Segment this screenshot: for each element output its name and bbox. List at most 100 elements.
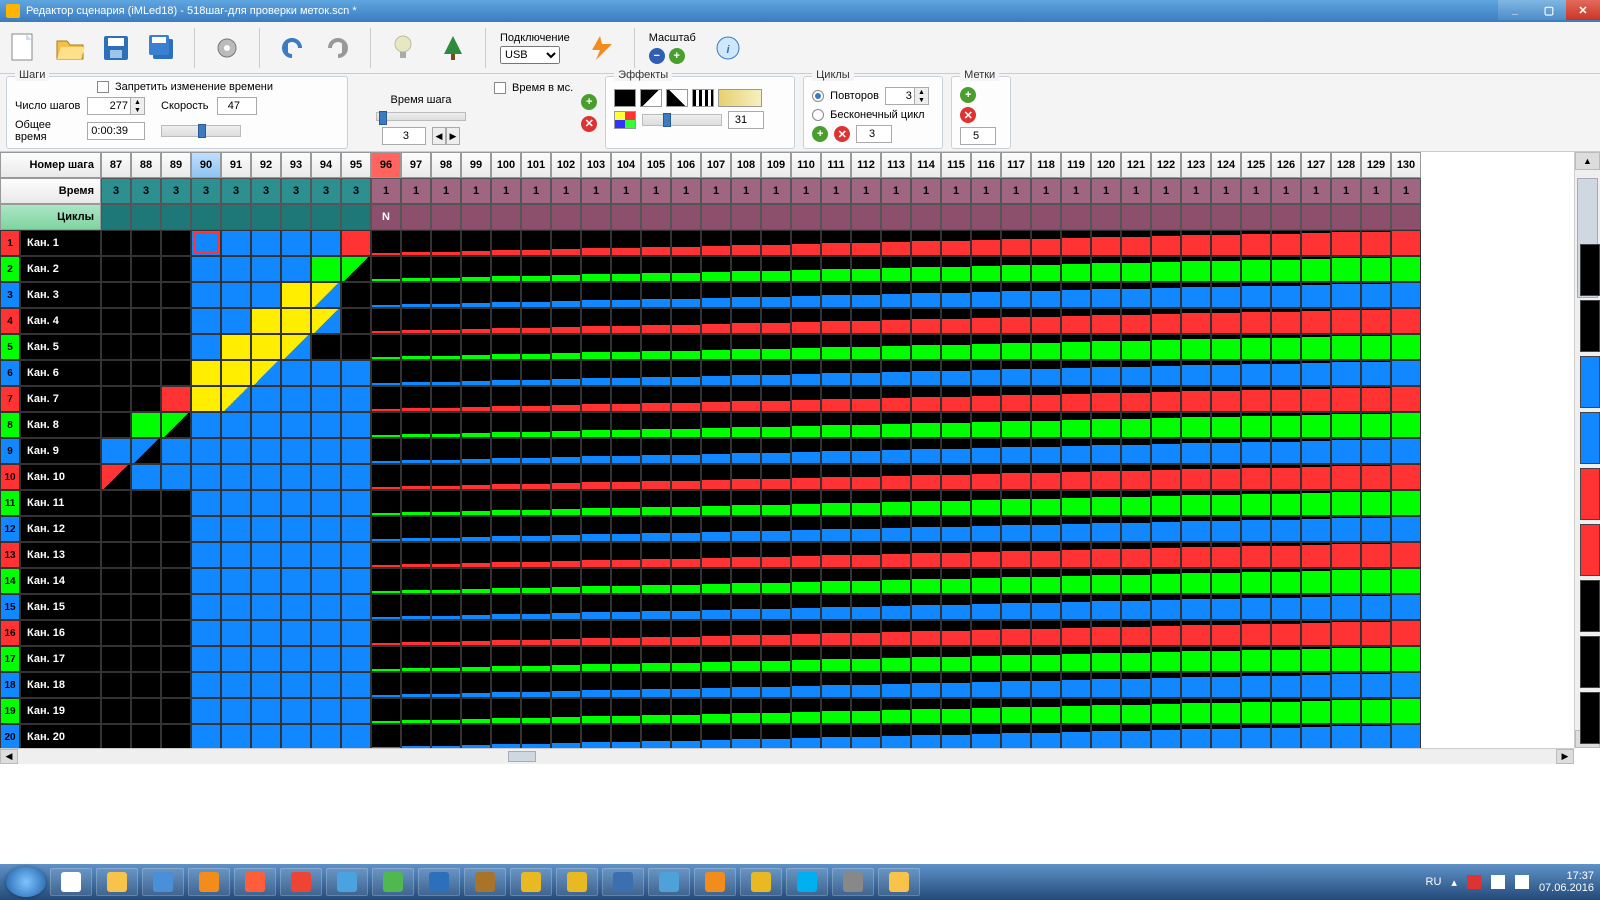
grid-cell[interactable] [341, 724, 371, 750]
grid-cell[interactable] [521, 698, 551, 724]
grid-cell[interactable] [401, 568, 431, 594]
grid-cell[interactable] [1301, 412, 1331, 438]
grid-cell[interactable] [1391, 412, 1421, 438]
grid-cell[interactable] [101, 386, 131, 412]
grid-cell[interactable] [461, 646, 491, 672]
grid-cell[interactable] [401, 412, 431, 438]
cycle-cell[interactable] [281, 204, 311, 230]
grid-cell[interactable] [971, 438, 1001, 464]
cycle-cell[interactable] [701, 204, 731, 230]
grid-cell[interactable] [551, 490, 581, 516]
grid-cell[interactable] [1091, 386, 1121, 412]
grid-cell[interactable] [1181, 594, 1211, 620]
grid-cell[interactable] [101, 230, 131, 256]
grid-cell[interactable] [851, 724, 881, 750]
grid-cell[interactable] [251, 672, 281, 698]
grid-cell[interactable] [1181, 438, 1211, 464]
grid-cell[interactable] [1391, 516, 1421, 542]
cycle-cell[interactable] [431, 204, 461, 230]
column-header[interactable]: 89 [161, 152, 191, 178]
new-file-button[interactable] [6, 30, 42, 66]
grid-cell[interactable] [1271, 516, 1301, 542]
grid-cell[interactable] [311, 412, 341, 438]
grid-cell[interactable] [821, 490, 851, 516]
grid-cell[interactable] [701, 594, 731, 620]
grid-cell[interactable] [551, 308, 581, 334]
grid-cell[interactable] [1391, 724, 1421, 750]
grid-cell[interactable] [611, 620, 641, 646]
grid-cell[interactable] [1301, 490, 1331, 516]
grid-cell[interactable] [581, 516, 611, 542]
grid-cell[interactable] [851, 334, 881, 360]
cycle-cell[interactable] [461, 204, 491, 230]
grid-cell[interactable] [881, 360, 911, 386]
cycle-cell[interactable] [191, 204, 221, 230]
channel-name[interactable]: Кан. 2 [20, 256, 101, 282]
column-header[interactable]: 122 [1151, 152, 1181, 178]
grid-cell[interactable] [401, 438, 431, 464]
grid-cell[interactable] [101, 464, 131, 490]
grid-cell[interactable] [971, 230, 1001, 256]
grid-cell[interactable] [1241, 542, 1271, 568]
grid-cell[interactable] [191, 386, 221, 412]
grid-cell[interactable] [1271, 412, 1301, 438]
cycle-cell[interactable] [791, 204, 821, 230]
grid-cell[interactable] [371, 230, 401, 256]
grid-cell[interactable] [881, 594, 911, 620]
grid-cell[interactable] [701, 360, 731, 386]
grid-cell[interactable] [251, 282, 281, 308]
grid-cell[interactable] [911, 386, 941, 412]
column-header[interactable]: 87 [101, 152, 131, 178]
grid-cell[interactable] [1061, 256, 1091, 282]
time-cell[interactable]: 1 [821, 178, 851, 204]
grid-cell[interactable] [551, 568, 581, 594]
column-header[interactable]: 103 [581, 152, 611, 178]
grid-cell[interactable] [581, 282, 611, 308]
grid-cell[interactable] [581, 620, 611, 646]
time-cell[interactable]: 1 [611, 178, 641, 204]
undo-button[interactable] [274, 30, 310, 66]
grid-cell[interactable] [791, 620, 821, 646]
grid-cell[interactable] [521, 334, 551, 360]
grid-cell[interactable] [491, 256, 521, 282]
grid-cell[interactable] [371, 594, 401, 620]
time-cell[interactable]: 1 [761, 178, 791, 204]
grid-cell[interactable] [1121, 464, 1151, 490]
column-header[interactable]: 90 [191, 152, 221, 178]
grid-cell[interactable] [521, 360, 551, 386]
grid-cell[interactable] [1181, 464, 1211, 490]
grid-cell[interactable] [341, 256, 371, 282]
grid-cell[interactable] [341, 568, 371, 594]
grid-cell[interactable] [881, 334, 911, 360]
grid-cell[interactable] [911, 568, 941, 594]
grid-cell[interactable] [1391, 698, 1421, 724]
grid-cell[interactable] [371, 516, 401, 542]
time-cell[interactable]: 1 [1271, 178, 1301, 204]
cycle-cell[interactable] [341, 204, 371, 230]
grid-cell[interactable] [311, 386, 341, 412]
grid-cell[interactable] [1151, 360, 1181, 386]
grid-cell[interactable] [701, 308, 731, 334]
grid-cell[interactable] [971, 516, 1001, 542]
grid-cell[interactable] [1181, 646, 1211, 672]
grid-cell[interactable] [221, 230, 251, 256]
minimize-button[interactable]: _ [1498, 0, 1532, 20]
grid-cell[interactable] [251, 490, 281, 516]
grid-cell[interactable] [491, 490, 521, 516]
grid-cell[interactable] [731, 490, 761, 516]
grid-cell[interactable] [161, 698, 191, 724]
grid-cell[interactable] [1211, 620, 1241, 646]
grid-cell[interactable] [161, 516, 191, 542]
grid-cell[interactable] [1001, 360, 1031, 386]
grid-cell[interactable] [1241, 386, 1271, 412]
grid-cell[interactable] [1271, 568, 1301, 594]
grid-cell[interactable] [371, 620, 401, 646]
cycle-cell[interactable] [761, 204, 791, 230]
grid-cell[interactable] [701, 542, 731, 568]
grid-cell[interactable] [431, 412, 461, 438]
grid-cell[interactable] [611, 724, 641, 750]
grid-cell[interactable] [851, 620, 881, 646]
grid-cell[interactable] [1331, 282, 1361, 308]
grid-cell[interactable] [131, 412, 161, 438]
grid-cell[interactable] [761, 516, 791, 542]
